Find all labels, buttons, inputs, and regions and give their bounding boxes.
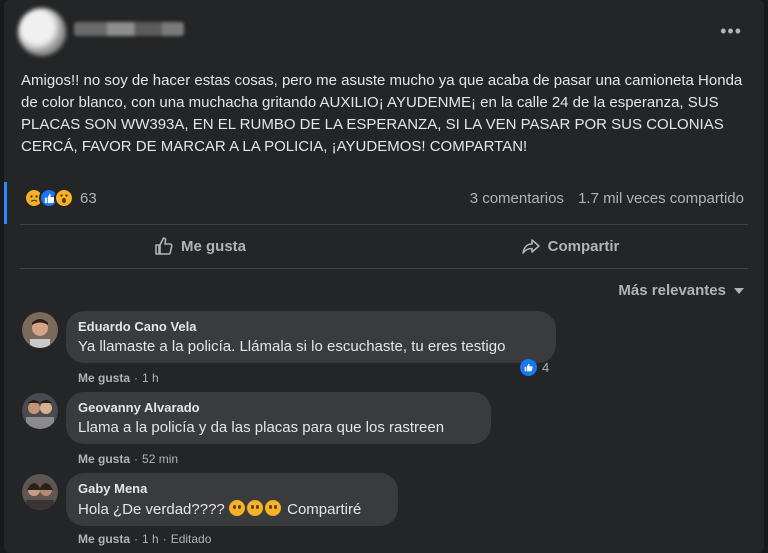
comment-author[interactable]: Eduardo Cano Vela <box>78 319 544 334</box>
comment-like-button[interactable]: Me gusta <box>78 452 130 466</box>
avatar[interactable] <box>22 393 58 429</box>
pleading-emoji-icon <box>264 500 281 516</box>
thumbs-up-icon <box>155 237 173 255</box>
post-text: Amigos!! no soy de hacer estas cosas, pe… <box>21 72 743 155</box>
caret-down-icon <box>734 287 744 294</box>
comment-text: Llama a la policía y da las placas para … <box>78 419 445 436</box>
comment-time[interactable]: 52 min <box>142 452 178 466</box>
pleading-emoji-icon <box>246 500 263 516</box>
pleading-emoji-icon <box>228 500 245 516</box>
divider <box>20 268 748 269</box>
author-name-redacted[interactable] <box>74 22 184 36</box>
like-button-label: Me gusta <box>180 237 246 255</box>
comment-bubble: Eduardo Cano Vela Ya llamaste a la polic… <box>66 311 556 363</box>
comment-author[interactable]: Gaby Mena <box>78 481 386 496</box>
focus-accent-bar <box>4 182 7 224</box>
author-avatar[interactable] <box>18 8 66 56</box>
comment-edited-label: Editado <box>170 532 212 546</box>
share-button[interactable]: Compartir <box>390 226 750 266</box>
shares-count-link[interactable]: 1.7 mil veces compartido <box>578 190 744 207</box>
post-card: ••• Amigos!! no soy de hacer estas cosas… <box>4 0 764 553</box>
comment-text: Hola ¿De verdad???? Compartiré <box>78 500 386 518</box>
avatar[interactable] <box>22 474 58 510</box>
comment-text-end: Compartiré <box>287 501 362 518</box>
comment-reaction-count: 4 <box>542 360 550 375</box>
comment-bubble: Gaby Mena Hola ¿De verdad???? Compartiré <box>66 473 398 526</box>
comment-meta: Me gusta · 52 min <box>78 452 179 466</box>
avatar[interactable] <box>22 312 58 348</box>
comment-time[interactable]: 1 h <box>142 371 159 385</box>
comment-reaction-summary[interactable]: 4 <box>520 359 549 376</box>
divider <box>20 224 748 225</box>
comments-count-link[interactable]: 3 comentarios <box>470 190 564 207</box>
more-icon[interactable]: ••• <box>720 22 742 40</box>
comment-like-button[interactable]: Me gusta <box>78 532 130 546</box>
reaction-summary[interactable]: 63 <box>24 188 97 208</box>
like-reaction-icon <box>520 359 537 376</box>
comment-author[interactable]: Geovanny Alvarado <box>78 400 479 415</box>
comment-sort-dropdown[interactable]: Más relevantes <box>618 282 744 299</box>
reaction-count: 63 <box>80 189 97 207</box>
comment-like-button[interactable]: Me gusta <box>78 371 130 385</box>
share-arrow-icon <box>521 239 540 254</box>
post-stats: 3 comentarios 1.7 mil veces compartido <box>460 190 744 207</box>
comment-text: Ya llamaste a la policía. Llámala si lo … <box>78 338 506 355</box>
comment-meta: Me gusta · 1 h <box>78 371 159 385</box>
comment-bubble: Geovanny Alvarado Llama a la policía y d… <box>66 392 491 444</box>
wow-reaction-icon <box>54 188 74 208</box>
like-button[interactable]: Me gusta <box>20 226 380 266</box>
comment-time[interactable]: 1 h <box>142 532 159 546</box>
sort-label: Más relevantes <box>618 282 726 299</box>
share-button-label: Compartir <box>547 237 620 255</box>
comment-meta: Me gusta · 1 h · Editado <box>78 532 212 546</box>
comment-text-start: Hola ¿De verdad???? <box>78 501 225 518</box>
